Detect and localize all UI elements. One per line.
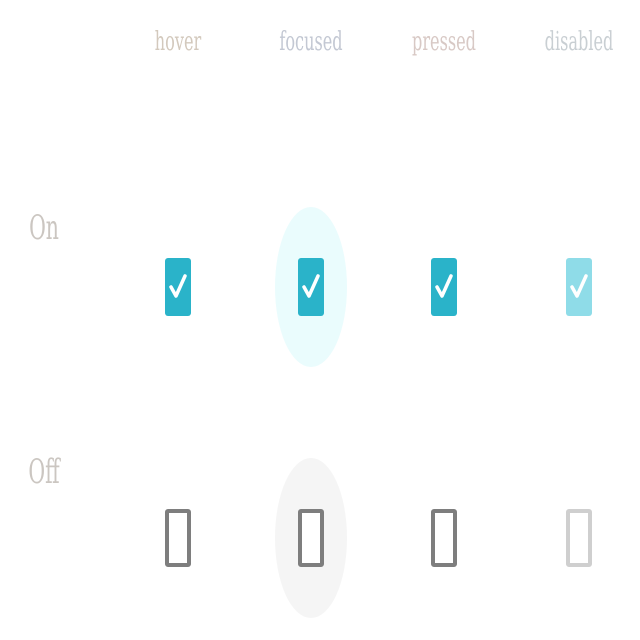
row-label-on: On (29, 208, 59, 248)
row-label-off: Off (28, 452, 60, 492)
checkbox-off-disabled (566, 509, 592, 567)
checkmark-icon (169, 274, 187, 298)
checkbox-state-grid: hover focused pressed disabled On Off (0, 0, 640, 640)
checkbox-on-disabled (566, 258, 592, 316)
column-header-pressed: pressed (412, 27, 476, 57)
checkmark-icon (570, 274, 588, 298)
checkbox-on-pressed[interactable] (431, 258, 457, 316)
checkbox-off-focused[interactable] (298, 509, 324, 567)
checkbox-on-focused[interactable] (298, 258, 324, 316)
checkmark-icon (302, 274, 320, 298)
column-header-hover: hover (154, 27, 202, 57)
checkmark-icon (435, 274, 453, 298)
checkbox-off-hover[interactable] (165, 509, 191, 567)
column-header-disabled: disabled (544, 27, 614, 57)
checkbox-off-pressed[interactable] (431, 509, 457, 567)
column-header-focused: focused (279, 27, 343, 57)
checkbox-on-hover[interactable] (165, 258, 191, 316)
